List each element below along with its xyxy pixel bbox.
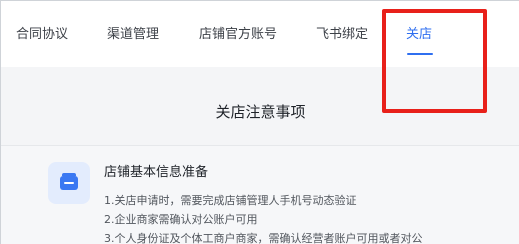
page-frame: 合同协议 渠道管理 店铺官方账号 飞书绑定 关店 关店注意事项 店铺基本信息准备…: [0, 0, 519, 244]
card-line-2: 2.企业商家需确认对公账户可用: [104, 213, 258, 226]
tab-official-account[interactable]: 店铺官方账号: [199, 25, 277, 45]
card-line-1: 1.关店申请时，需要完成店铺管理人手机号动态验证: [104, 194, 357, 207]
tab-bar: 合同协议 渠道管理 店铺官方账号 飞书绑定 关店: [1, 1, 519, 67]
tab-channel-management[interactable]: 渠道管理: [107, 25, 159, 45]
card-line-3: 3.个人身份证及个体工商户商家，需确认经营者账户可用或者对公: [104, 232, 423, 244]
card-title: 店铺基本信息准备: [104, 165, 209, 180]
tab-close-store[interactable]: 关店: [406, 25, 432, 45]
tab-contract[interactable]: 合同协议: [16, 25, 68, 45]
active-tab-indicator: [407, 53, 433, 55]
store-icon: [48, 162, 90, 204]
notice-title: 关店注意事项: [215, 103, 306, 121]
tab-feishu-binding[interactable]: 飞书绑定: [316, 25, 368, 45]
